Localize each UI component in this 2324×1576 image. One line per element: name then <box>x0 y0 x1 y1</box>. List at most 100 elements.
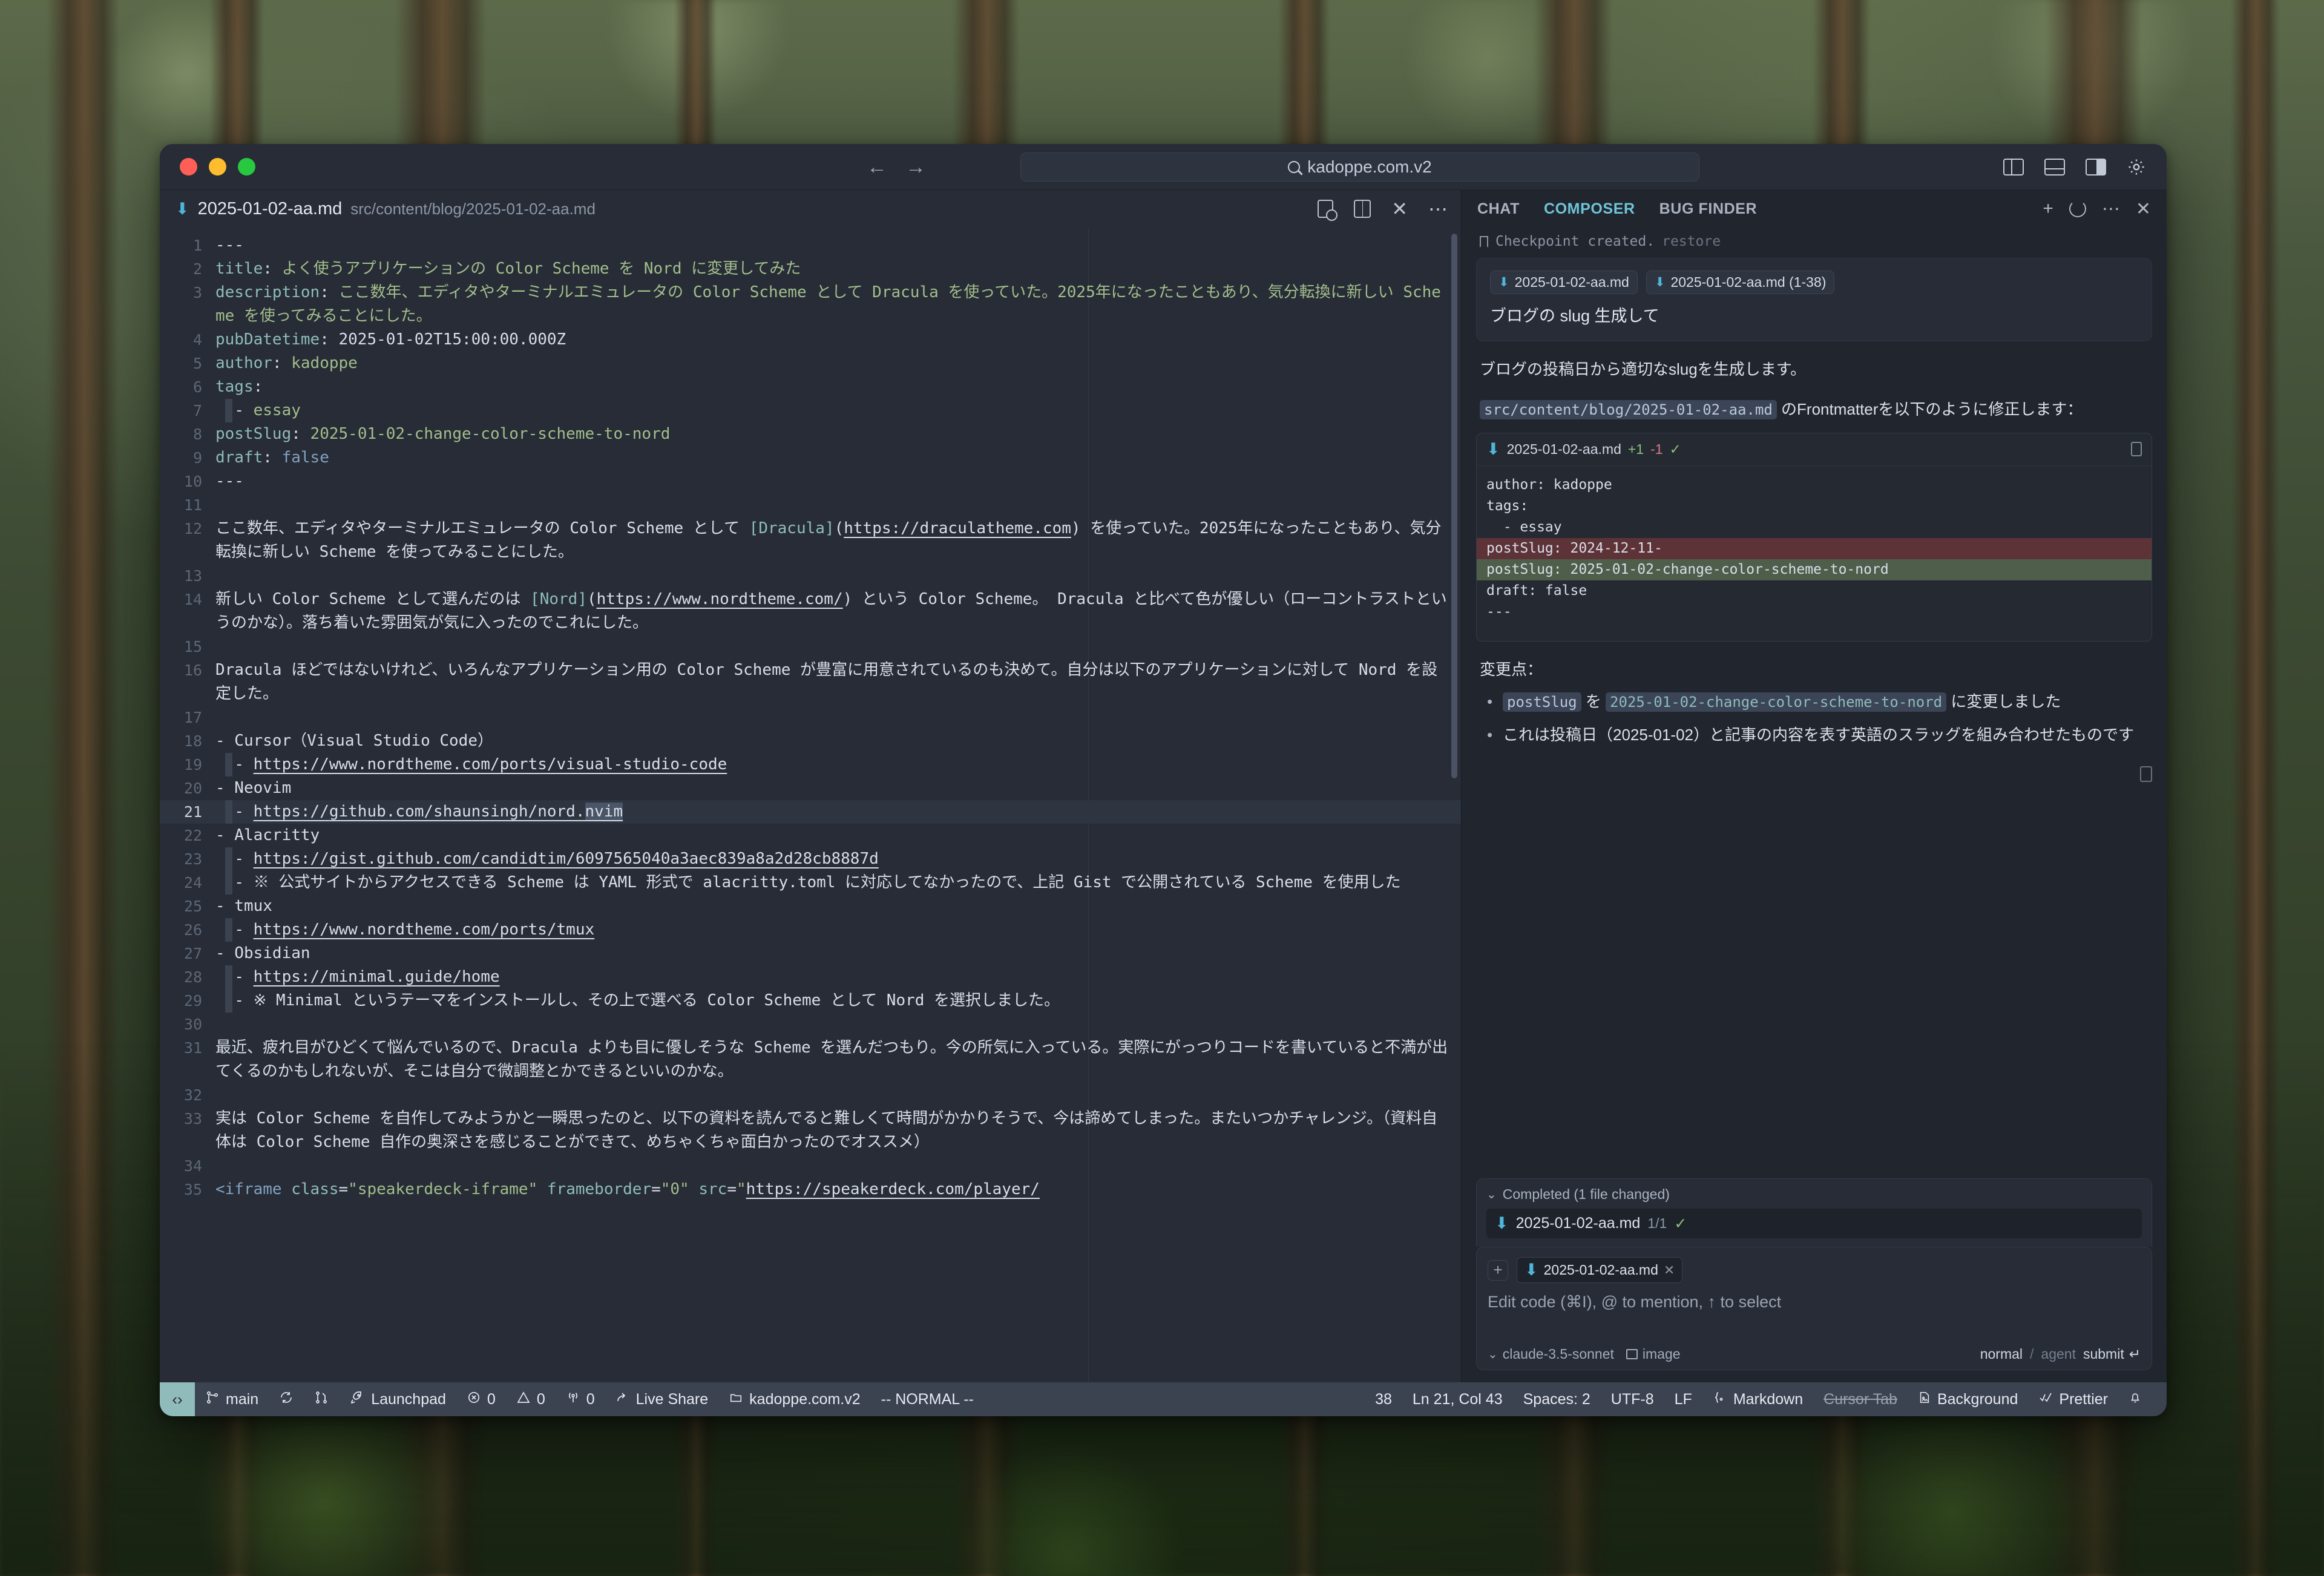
status-bar-item[interactable]: kadoppe.com.v2 <box>718 1391 870 1408</box>
code-line[interactable]: 28 - https://minimal.guide/home <box>160 965 1461 989</box>
code-line[interactable]: 4 pubDatetime: 2025-01-02T15:00:00.000Z <box>160 328 1461 352</box>
code-line[interactable]: 5 author: kadoppe <box>160 352 1461 375</box>
code-line[interactable]: 14 新しい Color Scheme として選んだのは [Nord](https… <box>160 588 1461 635</box>
code-line[interactable]: 3 description: ここ数年、エディタやターミナルエミュレータの Col… <box>160 281 1461 328</box>
composer-textarea[interactable]: Edit code (⌘I), @ to mention, ↑ to selec… <box>1488 1293 2141 1346</box>
status-bar-item[interactable]: Launchpad <box>339 1390 456 1409</box>
status-bar-item[interactable]: Prettier <box>2028 1390 2118 1409</box>
composer-context-chip[interactable]: ⬇ 2025-01-02-aa.md ✕ <box>1517 1257 1683 1283</box>
back-arrow-icon[interactable]: ← <box>867 157 887 177</box>
chat-messages[interactable]: Checkpoint created. restore ⬇ 2025-01-02… <box>1462 228 2167 1178</box>
gear-icon[interactable] <box>2127 157 2146 177</box>
submit-button[interactable]: submit ↵ <box>2083 1346 2141 1362</box>
code-editor[interactable]: 1 --- 2 title: よく使うアプリケーションの Color Scheme を… <box>160 228 1461 1382</box>
editor-tab[interactable]: ⬇ 2025-01-02-aa.md src/content/blog/2025… <box>176 199 596 219</box>
code-line[interactable]: 34 <box>160 1154 1461 1178</box>
history-icon[interactable] <box>2069 200 2086 217</box>
status-bar-item[interactable]: Ln 21, Col 43 <box>1402 1391 1513 1408</box>
context-chip[interactable]: ⬇ 2025-01-02-aa.md (1-38) <box>1646 271 1835 294</box>
code-line[interactable]: 24 - ※ 公式サイトからアクセスできる Scheme は YAML 形式で … <box>160 871 1461 895</box>
code-line[interactable]: 11 <box>160 493 1461 517</box>
code-line[interactable]: 22 - Alacritty <box>160 824 1461 847</box>
code-line[interactable]: 8 postSlug: 2025-01-02-change-color-schem… <box>160 422 1461 446</box>
editor-scrollbar[interactable] <box>1451 234 1457 778</box>
more-actions-icon[interactable]: ⋯ <box>1428 199 1449 218</box>
code-line[interactable]: 15 <box>160 635 1461 658</box>
code-line[interactable]: 32 <box>160 1083 1461 1107</box>
code-line[interactable]: 9 draft: false <box>160 446 1461 470</box>
status-bar-item[interactable] <box>304 1390 339 1409</box>
code-line[interactable]: 26 - https://www.nordtheme.com/ports/tmu… <box>160 918 1461 942</box>
code-line[interactable]: 6 tags: <box>160 375 1461 399</box>
context-chip[interactable]: ⬇ 2025-01-02-aa.md <box>1490 271 1638 294</box>
code-line[interactable]: 30 <box>160 1013 1461 1036</box>
code-line[interactable]: 13 <box>160 564 1461 588</box>
status-bar-item[interactable]: Live Share <box>605 1390 719 1409</box>
status-bar-item[interactable]: UTF-8 <box>1601 1391 1664 1408</box>
toggle-secondary-sidebar-icon[interactable] <box>2086 158 2106 176</box>
toggle-panel-icon[interactable] <box>2044 158 2065 176</box>
toggle-primary-sidebar-icon[interactable] <box>2003 158 2024 176</box>
status-bar-item[interactable] <box>269 1390 304 1409</box>
status-bar-item[interactable]: 38 <box>1365 1391 1402 1408</box>
code-line[interactable]: 27 - Obsidian <box>160 942 1461 965</box>
status-bar-item[interactable]: -- NORMAL -- <box>871 1391 984 1408</box>
tab-chat[interactable]: CHAT <box>1477 200 1520 218</box>
code-line[interactable]: 19 - https://www.nordtheme.com/ports/vis… <box>160 753 1461 777</box>
mode-normal-button[interactable]: normal <box>1980 1346 2023 1362</box>
copy-icon[interactable] <box>2131 442 2142 457</box>
status-bar-item-label: Background <box>1937 1390 2018 1408</box>
split-editor-icon[interactable] <box>1354 200 1371 218</box>
restore-link[interactable]: restore <box>1662 234 1721 249</box>
status-bar-item[interactable]: LF <box>1664 1391 1702 1408</box>
attach-image-button[interactable]: image <box>1626 1346 1681 1362</box>
model-selector[interactable]: ⌄ claude-3.5-sonnet <box>1488 1346 1614 1362</box>
code-text: description: ここ数年、エディタやターミナルエミュレータの Colo… <box>215 283 1441 325</box>
omnibox-search[interactable]: kadoppe.com.v2 <box>1020 153 1699 182</box>
status-bar-item[interactable]: 0 <box>506 1390 556 1409</box>
code-line[interactable]: 20 - Neovim <box>160 777 1461 800</box>
code-line[interactable]: 35 <iframe class="speakerdeck-iframe" fra… <box>160 1178 1461 1201</box>
status-bar-item[interactable]: Spaces: 2 <box>1513 1391 1601 1408</box>
code-line[interactable]: 16 Dracula ほどではないけれど、いろんなアプリケーション用の Color… <box>160 658 1461 706</box>
composer-input-box[interactable]: + ⬇ 2025-01-02-aa.md ✕ Edit code (⌘I), @… <box>1476 1247 2152 1370</box>
status-bar-item[interactable]: main <box>195 1390 269 1409</box>
status-bar-item[interactable]: Cursor Tab <box>1813 1391 1908 1408</box>
code-line[interactable]: 17 <box>160 706 1461 729</box>
code-line[interactable]: 29 - ※ Minimal というテーマをインストールし、その上で選べる Co… <box>160 989 1461 1013</box>
status-bar-item[interactable]: Markdown <box>1702 1390 1813 1409</box>
status-bar-item[interactable]: Background <box>1908 1390 2028 1409</box>
code-line[interactable]: 31 最近、疲れ目がひどくて悩んでいるので、Dracula よりも目に優しそうな … <box>160 1036 1461 1083</box>
remove-chip-icon[interactable]: ✕ <box>1664 1262 1675 1278</box>
completed-header[interactable]: ⌄ Completed (1 file changed) <box>1486 1186 2142 1203</box>
code-line[interactable]: 10 --- <box>160 470 1461 493</box>
tab-composer[interactable]: COMPOSER <box>1544 200 1635 218</box>
code-line[interactable]: 21 - https://github.com/shaunsingh/nord.… <box>160 800 1461 824</box>
code-line[interactable]: 18 - Cursor（Visual Studio Code） <box>160 729 1461 753</box>
minimize-window-button[interactable] <box>209 158 226 176</box>
code-line[interactable]: 2 title: よく使うアプリケーションの Color Scheme を Nor… <box>160 257 1461 281</box>
completed-file-row[interactable]: ⬇ 2025-01-02-aa.md 1/1 ✓ <box>1486 1209 2142 1238</box>
more-icon[interactable]: ⋯ <box>2102 199 2120 220</box>
code-line[interactable]: 12 ここ数年、エディタやターミナルエミュレータの Color Scheme とし… <box>160 517 1461 564</box>
code-line[interactable]: 23 - https://gist.github.com/candidtim/6… <box>160 847 1461 871</box>
close-editor-icon[interactable]: ✕ <box>1391 199 1408 218</box>
remote-window-icon[interactable]: ‹› <box>160 1382 195 1416</box>
code-line[interactable]: 1 --- <box>160 234 1461 257</box>
status-bar-item[interactable]: 0 <box>456 1390 506 1409</box>
new-chat-icon[interactable]: + <box>2043 199 2053 219</box>
close-icon[interactable]: ✕ <box>2136 199 2151 220</box>
maximize-window-button[interactable] <box>238 158 255 176</box>
code-line[interactable]: 33 実は Color Scheme を自作してみようかと一瞬思ったのと、以下の資… <box>160 1107 1461 1154</box>
close-window-button[interactable] <box>180 158 197 176</box>
open-preview-to-side-icon[interactable] <box>1318 200 1338 221</box>
copy-message-icon[interactable] <box>2140 766 2152 782</box>
tab-bug-finder[interactable]: BUG FINDER <box>1659 200 1758 218</box>
status-bar-item[interactable] <box>2118 1390 2152 1409</box>
code-line[interactable]: 7 - essay <box>160 399 1461 422</box>
status-bar-item[interactable]: 0 <box>556 1390 605 1409</box>
add-context-button[interactable]: + <box>1488 1259 1508 1281</box>
code-line[interactable]: 25 - tmux <box>160 895 1461 918</box>
mode-agent-button[interactable]: agent <box>2041 1346 2076 1362</box>
forward-arrow-icon[interactable]: → <box>905 157 926 177</box>
